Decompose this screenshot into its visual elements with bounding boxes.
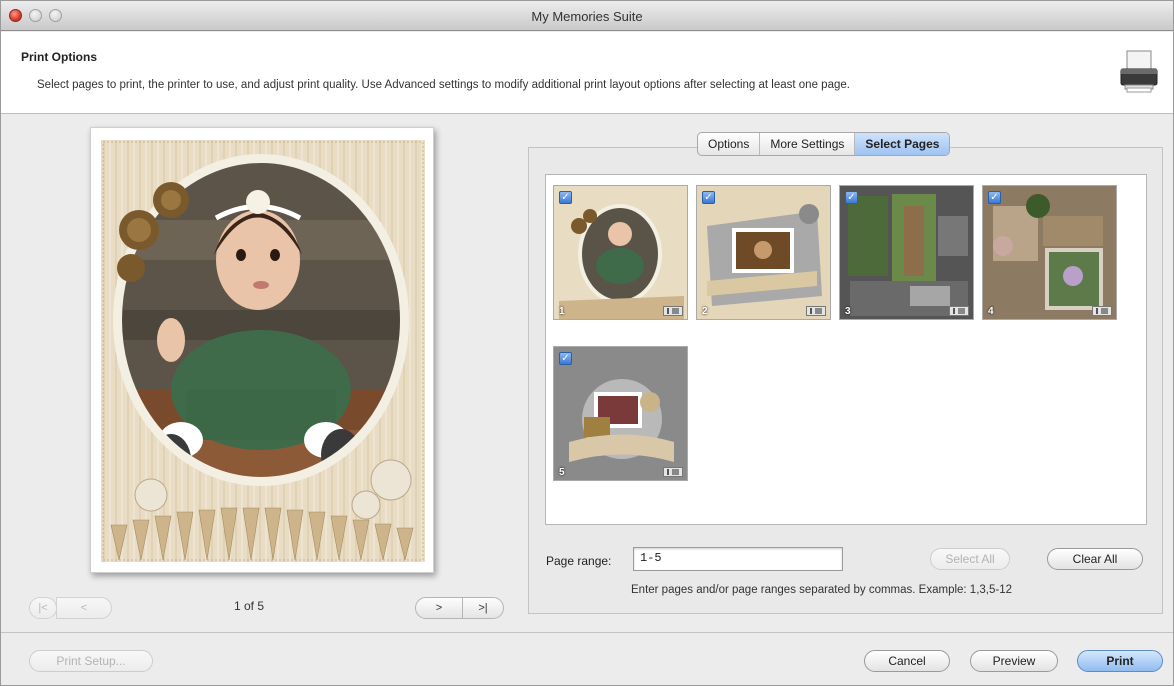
scrapbook-page-preview-image [101, 140, 425, 562]
print-button[interactable]: Print [1077, 650, 1163, 672]
print-dialog-window: My Memories Suite Print Options Select p… [0, 0, 1174, 686]
tab-more-settings[interactable]: More Settings [760, 133, 856, 155]
previous-page-button[interactable]: < [56, 597, 112, 619]
page-number-label: 1 [559, 306, 565, 317]
page-options-icon[interactable] [663, 467, 683, 477]
page-number-label: 2 [702, 306, 708, 317]
page-thumbnail[interactable]: ✓ 2 [696, 185, 831, 320]
page-thumbnail[interactable]: ✓ 3 [839, 185, 974, 320]
page-range-label: Page range: [546, 554, 612, 568]
page-select-checkbox[interactable]: ✓ [988, 191, 1001, 204]
next-page-button[interactable]: > [415, 597, 463, 619]
page-3-thumbnail-image [840, 186, 973, 319]
page-options-icon[interactable] [949, 306, 969, 316]
page-thumbnail[interactable]: ✓ 4 [982, 185, 1117, 320]
select-all-button[interactable]: Select All [930, 548, 1010, 570]
page-number-label: 4 [988, 306, 994, 317]
page-range-hint: Enter pages and/or page ranges separated… [631, 584, 1013, 596]
page-5-thumbnail-image [554, 347, 687, 480]
dialog-heading: Print Options [21, 50, 97, 64]
tab-options[interactable]: Options [698, 133, 761, 155]
page-thumbnails-grid: ✓ 1 ✓ 2 ✓ 3 ✓ 4 ✓ 5 [545, 174, 1147, 525]
window-title: My Memories Suite [531, 9, 643, 24]
first-page-button[interactable]: |< [29, 597, 57, 619]
page-4-thumbnail-image [983, 186, 1116, 319]
footer-divider [1, 632, 1173, 633]
printer-icon [1120, 50, 1158, 93]
page-number-label: 3 [845, 306, 851, 317]
settings-tab-bar: Options More Settings Select Pages [697, 132, 951, 156]
page-2-thumbnail-image [697, 186, 830, 319]
tab-select-pages[interactable]: Select Pages [855, 133, 950, 155]
page-number-label: 5 [559, 467, 565, 478]
print-setup-button[interactable]: Print Setup... [29, 650, 153, 672]
page-thumbnail[interactable]: ✓ 1 [553, 185, 688, 320]
page-select-checkbox[interactable]: ✓ [559, 352, 572, 365]
page-select-checkbox[interactable]: ✓ [702, 191, 715, 204]
dialog-description: Select pages to print, the printer to us… [37, 79, 850, 91]
page-1-thumbnail-image [554, 186, 687, 319]
page-preview [90, 127, 434, 573]
dialog-header: Print Options Select pages to print, the… [1, 32, 1173, 114]
page-counter: 1 of 5 [234, 599, 265, 613]
page-options-icon[interactable] [663, 306, 683, 316]
title-bar: My Memories Suite [1, 1, 1173, 31]
page-select-checkbox[interactable]: ✓ [559, 191, 572, 204]
cancel-button[interactable]: Cancel [864, 650, 950, 672]
page-options-icon[interactable] [806, 306, 826, 316]
page-options-icon[interactable] [1092, 306, 1112, 316]
page-select-checkbox[interactable]: ✓ [845, 191, 858, 204]
clear-all-button[interactable]: Clear All [1047, 548, 1143, 570]
preview-button[interactable]: Preview [970, 650, 1058, 672]
page-thumbnail[interactable]: ✓ 5 [553, 346, 688, 481]
last-page-button[interactable]: >| [462, 597, 504, 619]
page-range-input[interactable]: 1-5 [633, 547, 843, 571]
